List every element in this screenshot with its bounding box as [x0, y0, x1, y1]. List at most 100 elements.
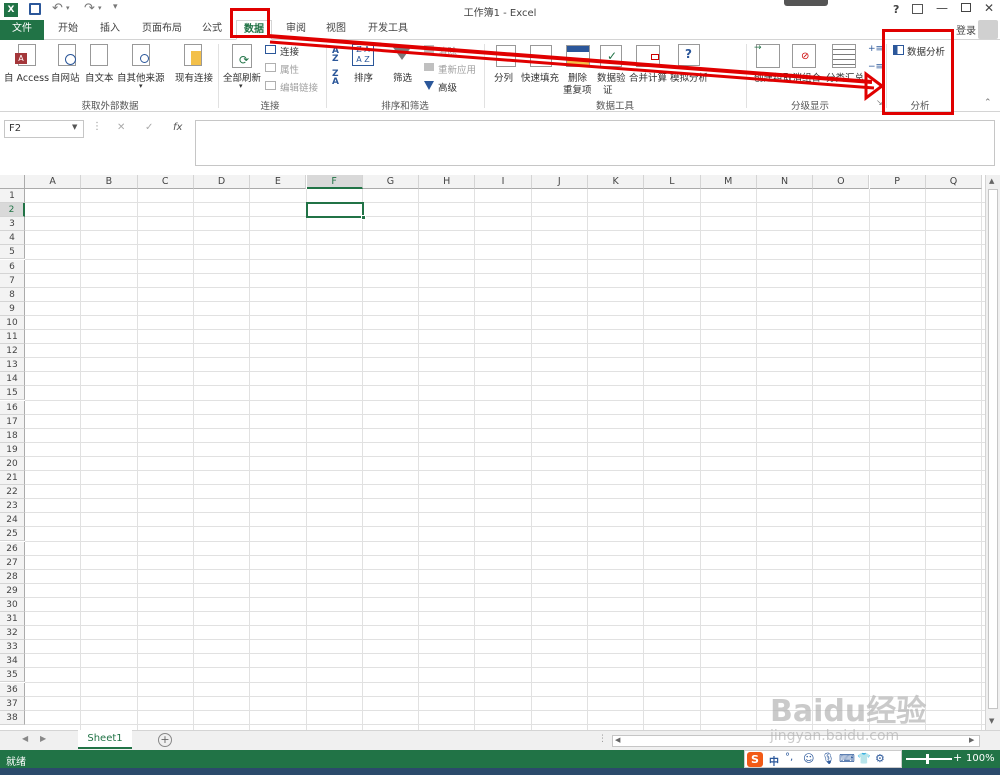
keyboard-icon[interactable]: ⌨: [839, 752, 855, 765]
column-header-j[interactable]: J: [531, 175, 588, 189]
zoom-level[interactable]: 100%: [966, 753, 995, 764]
grid-row-line: [25, 582, 985, 584]
grid-column-line: [530, 189, 532, 730]
active-cell-F2[interactable]: [306, 202, 364, 218]
zoom-slider[interactable]: [906, 754, 952, 764]
column-header-i[interactable]: I: [475, 175, 532, 189]
row-header-24[interactable]: 24: [0, 513, 25, 528]
row-header-10[interactable]: 10: [0, 315, 25, 330]
sheet-tab-sheet1[interactable]: Sheet1: [78, 730, 132, 749]
grid-row-line: [25, 667, 985, 669]
select-all-corner[interactable]: [0, 175, 25, 189]
watermark-url: jingyan.baidu.com: [770, 728, 900, 744]
formula-input[interactable]: [195, 120, 995, 166]
row-header-26[interactable]: 26: [0, 541, 25, 556]
row-header-15[interactable]: 15: [0, 386, 25, 401]
row-header-36[interactable]: 36: [0, 682, 25, 697]
row-header-25[interactable]: 25: [0, 527, 25, 542]
row-header-34[interactable]: 34: [0, 654, 25, 669]
row-header-13[interactable]: 13: [0, 358, 25, 373]
sogou-logo-icon: S: [747, 752, 763, 767]
column-header-n[interactable]: N: [756, 175, 814, 189]
column-header-p[interactable]: P: [869, 175, 926, 189]
grid-column-line: [136, 189, 138, 730]
column-header-e[interactable]: E: [250, 175, 307, 189]
row-header-31[interactable]: 31: [0, 612, 25, 626]
row-header-5[interactable]: 5: [0, 245, 25, 260]
row-header-33[interactable]: 33: [0, 640, 25, 655]
skin-icon[interactable]: 👕: [857, 752, 871, 765]
column-header-k[interactable]: K: [588, 175, 645, 189]
row-header-19[interactable]: 19: [0, 442, 25, 457]
ime-settings-icon[interactable]: ⚙: [875, 752, 885, 765]
hscroll-left-icon[interactable]: ◀: [615, 736, 620, 744]
column-header-g[interactable]: G: [362, 175, 420, 189]
row-header-29[interactable]: 29: [0, 583, 25, 598]
row-header-2[interactable]: 2: [0, 203, 25, 218]
column-header-o[interactable]: O: [813, 175, 870, 189]
enter-icon[interactable]: ✓: [145, 122, 153, 133]
column-header-m[interactable]: M: [700, 175, 757, 189]
row-header-30[interactable]: 30: [0, 597, 25, 612]
next-sheet-icon[interactable]: ▶: [40, 734, 46, 743]
column-header-f[interactable]: F: [306, 175, 363, 189]
row-header-12[interactable]: 12: [0, 344, 25, 359]
row-header-9[interactable]: 9: [0, 301, 25, 316]
scroll-up-icon[interactable]: ▲: [989, 177, 994, 185]
row-header-35[interactable]: 35: [0, 668, 25, 683]
row-header-6[interactable]: 6: [0, 259, 25, 274]
row-header-4[interactable]: 4: [0, 231, 25, 246]
name-box-dropdown-icon[interactable]: ▼: [72, 123, 77, 131]
punctuation-icon[interactable]: °,: [785, 752, 793, 763]
row-header-8[interactable]: 8: [0, 287, 25, 302]
grid-row-line: [25, 554, 985, 556]
row-header-22[interactable]: 22: [0, 485, 25, 500]
zoom-in-icon[interactable]: +: [953, 751, 962, 764]
ime-toolbar[interactable]: S 中 °, ☺ 🎙 ⌨ 👕 ⚙: [744, 750, 902, 768]
grid-column-line: [981, 189, 983, 730]
prev-sheet-icon[interactable]: ◀: [22, 734, 28, 743]
row-header-28[interactable]: 28: [0, 569, 25, 584]
hscroll-right-icon[interactable]: ▶: [969, 736, 974, 744]
row-header-20[interactable]: 20: [0, 456, 25, 471]
scroll-thumb[interactable]: [988, 189, 998, 709]
row-header-38[interactable]: 38: [0, 710, 25, 725]
grid-row-line: [25, 244, 985, 246]
insert-function-icon[interactable]: fx: [173, 122, 182, 133]
add-sheet-button[interactable]: +: [158, 733, 172, 747]
column-header-c[interactable]: C: [137, 175, 194, 189]
row-header-17[interactable]: 17: [0, 414, 25, 429]
emoji-icon[interactable]: ☺: [803, 752, 814, 765]
cancel-icon[interactable]: ✕: [117, 122, 125, 133]
grid-row-line: [25, 568, 985, 570]
grid-column-line: [361, 189, 363, 730]
row-header-7[interactable]: 7: [0, 273, 25, 288]
vertical-scrollbar[interactable]: ▲ ▼: [985, 175, 1000, 730]
grid-column-line: [192, 189, 194, 730]
column-header-q[interactable]: Q: [925, 175, 983, 189]
column-header-h[interactable]: H: [419, 175, 476, 189]
row-header-21[interactable]: 21: [0, 471, 25, 485]
ime-mode[interactable]: 中: [769, 753, 779, 768]
watermark-brand: Baidu经验: [770, 694, 927, 729]
grid-column-line: [418, 189, 420, 730]
column-header-d[interactable]: D: [193, 175, 251, 189]
row-header-1[interactable]: 1: [0, 189, 25, 203]
column-header-a[interactable]: A: [25, 175, 82, 189]
row-header-18[interactable]: 18: [0, 428, 25, 443]
row-header-37[interactable]: 37: [0, 696, 25, 711]
mic-icon[interactable]: 🎙: [821, 752, 835, 765]
worksheet-grid[interactable]: ABCDEFGHIJKLMNOPQ 1 2 3 4 5 6 7 8 9 10 11 12 13 14 15 1…: [0, 175, 985, 730]
grid-row-line: [25, 498, 985, 500]
row-header-23[interactable]: 23: [0, 499, 25, 514]
row-header-11[interactable]: 11: [0, 330, 25, 344]
row-header-14[interactable]: 14: [0, 372, 25, 387]
row-header-32[interactable]: 32: [0, 626, 25, 641]
row-header-3[interactable]: 3: [0, 217, 25, 232]
column-header-l[interactable]: L: [644, 175, 701, 189]
row-header-16[interactable]: 16: [0, 400, 25, 415]
row-header-27[interactable]: 27: [0, 555, 25, 570]
scroll-down-icon[interactable]: ▼: [989, 717, 994, 725]
fill-handle[interactable]: [361, 215, 366, 220]
column-header-b[interactable]: B: [81, 175, 138, 189]
